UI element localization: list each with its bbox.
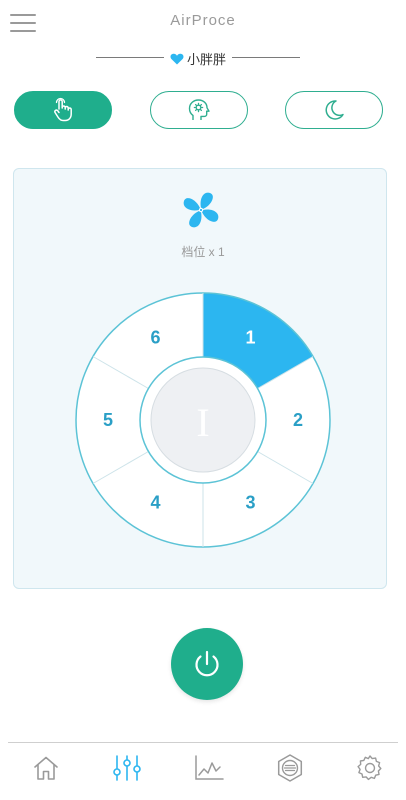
- speed-segment-label: 5: [103, 410, 113, 430]
- gear-icon: [357, 755, 382, 781]
- nav-controls[interactable]: [109, 752, 145, 784]
- sliders-icon: [113, 755, 141, 781]
- home-icon: [34, 756, 58, 780]
- speed-segment-label: 4: [150, 492, 160, 512]
- center-label: I: [196, 400, 209, 445]
- power-icon: [195, 650, 219, 677]
- nav-filter[interactable]: [272, 752, 308, 784]
- bottom-nav-divider: [8, 742, 398, 743]
- nav-home[interactable]: [28, 752, 64, 784]
- speed-segment-label: 6: [150, 328, 160, 348]
- speed-segment-label: 2: [293, 410, 303, 430]
- nav-chart[interactable]: [191, 752, 227, 784]
- filter-icon: [277, 754, 303, 782]
- chart-line-icon: [195, 755, 224, 780]
- speed-segment-label: 3: [245, 492, 255, 512]
- speed-segment-label: 1: [245, 328, 255, 348]
- power-button[interactable]: [171, 628, 243, 700]
- nav-settings[interactable]: [352, 752, 388, 784]
